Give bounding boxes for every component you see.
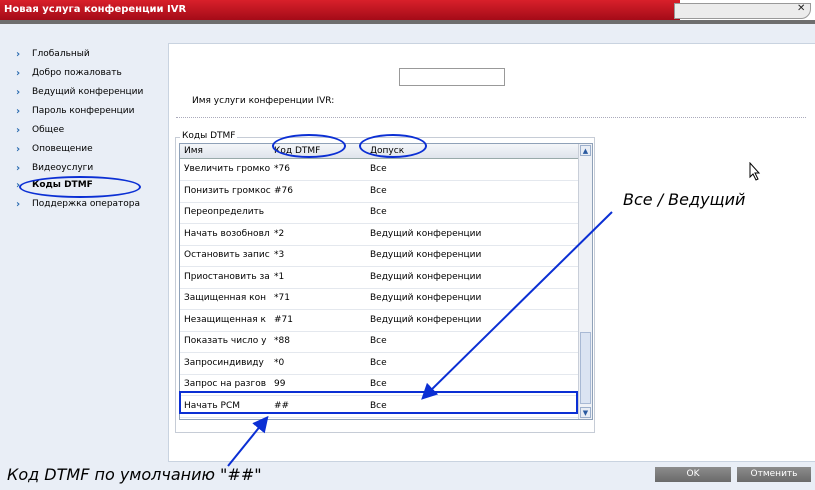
annotation-arrows bbox=[227, 211, 613, 467]
mouse-cursor-icon bbox=[749, 162, 761, 181]
arrow-to-permission bbox=[421, 211, 613, 400]
arrow-to-default-row bbox=[227, 415, 269, 467]
